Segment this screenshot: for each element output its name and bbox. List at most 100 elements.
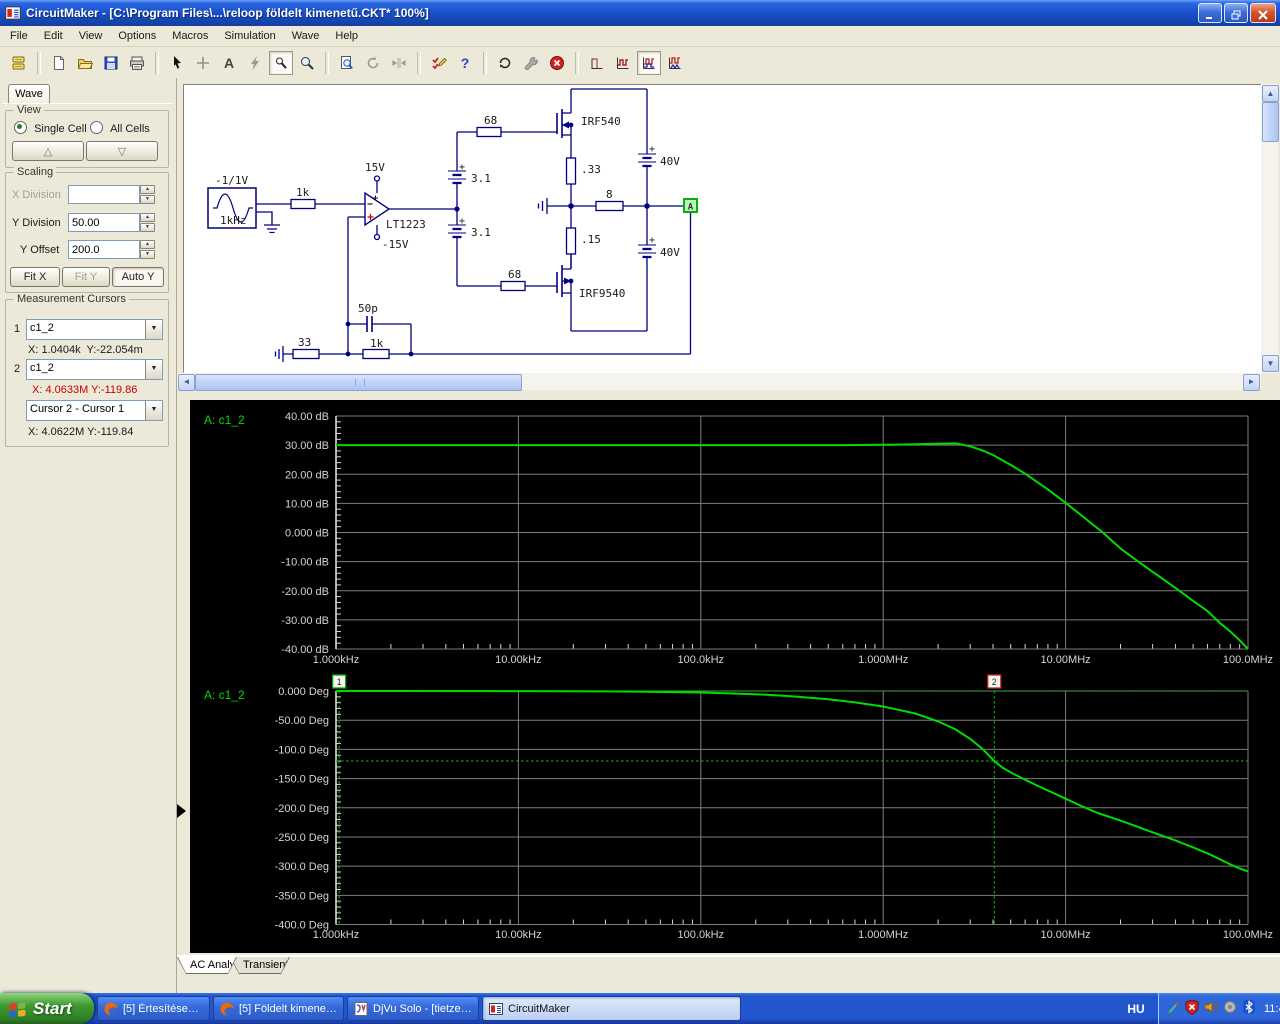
bluetooth-icon[interactable] xyxy=(1241,999,1257,1018)
simulation-setup-icon[interactable] xyxy=(427,51,451,75)
x-division-input[interactable] xyxy=(68,185,140,204)
output-ground[interactable] xyxy=(537,198,572,214)
clock[interactable]: 11:48 xyxy=(1264,1003,1280,1015)
zoom-document-icon[interactable] xyxy=(335,51,359,75)
zoom-tool-icon[interactable] xyxy=(295,51,319,75)
mixed-waveform-icon[interactable] xyxy=(663,51,687,75)
mosfet-irf9540[interactable] xyxy=(556,254,572,331)
title-bar[interactable]: CircuitMaker - [C:\Program Files\...\rel… xyxy=(0,0,1280,26)
tools-icon[interactable] xyxy=(519,51,543,75)
cell-down-button[interactable]: ▽ xyxy=(86,141,158,161)
cursor-difference-dropdown-icon[interactable]: ▼ xyxy=(145,401,162,420)
schematic-horizontal-scrollbar[interactable]: ◄ ► xyxy=(177,373,1261,391)
vertical-scroll-thumb[interactable] xyxy=(1262,102,1279,142)
y-offset-spinner[interactable]: ▲ ▼ xyxy=(140,240,155,259)
rotate-icon[interactable] xyxy=(361,51,385,75)
save-icon[interactable] xyxy=(99,51,123,75)
cursor-1-signal-value: c1_2 xyxy=(30,322,54,334)
menu-simulation[interactable]: Simulation xyxy=(216,27,283,45)
menu-file[interactable]: File xyxy=(2,27,36,45)
cursor-difference-select[interactable]: Cursor 2 - Cursor 1 ▼ xyxy=(26,400,163,421)
mosfet-irf540[interactable] xyxy=(556,89,572,158)
tab-ac-analysis[interactable]: AC Analysis xyxy=(177,957,237,974)
fit-x-button[interactable]: Fit X xyxy=(10,267,60,287)
cell-up-button[interactable]: △ xyxy=(12,141,84,161)
ground-resistor[interactable] xyxy=(292,348,320,360)
cursor-2-dropdown-icon[interactable]: ▼ xyxy=(145,360,162,379)
mirror-icon[interactable] xyxy=(387,51,411,75)
wire-tool-icon[interactable] xyxy=(191,51,215,75)
security-alert-icon[interactable] xyxy=(1184,999,1200,1018)
y-division-spinner[interactable]: ▲ ▼ xyxy=(140,213,155,232)
source-resistor-top[interactable] xyxy=(565,157,577,185)
radio-single-cell-dot[interactable] xyxy=(14,121,27,134)
sound-scheme-icon[interactable] xyxy=(1222,999,1238,1018)
cursor-2-signal-select[interactable]: c1_2 ▼ xyxy=(26,359,163,380)
parts-browser-icon[interactable] xyxy=(7,51,31,75)
feedback-resistor[interactable] xyxy=(362,348,390,360)
scroll-down-icon[interactable]: ▼ xyxy=(1262,355,1279,372)
input-resistor[interactable] xyxy=(290,198,316,210)
source-resistor-bottom[interactable] xyxy=(565,227,577,255)
probe-tool-icon[interactable] xyxy=(269,50,293,75)
radio-single-cell[interactable]: Single Cell xyxy=(14,121,87,135)
y-offset-input[interactable] xyxy=(68,240,140,259)
menu-edit[interactable]: Edit xyxy=(36,27,71,45)
probe-display-icon[interactable] xyxy=(585,51,609,75)
probe-a-marker[interactable]: A xyxy=(683,198,698,213)
gate-resistor-top[interactable] xyxy=(476,126,502,138)
digital-waveform-icon[interactable] xyxy=(611,51,635,75)
fit-y-button[interactable]: Fit Y xyxy=(62,267,110,287)
radio-all-cells-dot[interactable] xyxy=(90,121,103,134)
close-button[interactable] xyxy=(1250,3,1276,23)
y-division-input[interactable] xyxy=(68,213,140,232)
cursor-1-signal-select[interactable]: c1_2 ▼ xyxy=(26,319,163,340)
source-ground[interactable] xyxy=(256,211,280,234)
arrow-tool-icon[interactable] xyxy=(165,51,189,75)
scroll-left-icon[interactable]: ◄ xyxy=(178,374,195,391)
reset-icon[interactable] xyxy=(493,51,517,75)
x-division-spinner[interactable]: ▲ ▼ xyxy=(140,185,155,204)
splitter-handle-icon[interactable] xyxy=(177,804,186,818)
menu-wave[interactable]: Wave xyxy=(284,27,328,45)
menu-macros[interactable]: Macros xyxy=(164,27,216,45)
schematic-vertical-scrollbar[interactable]: ▲ ▼ xyxy=(1261,84,1279,373)
auto-y-button[interactable]: Auto Y xyxy=(112,267,164,287)
tab-transient-analysis[interactable]: Transient Analysis xyxy=(230,957,290,974)
schematic-canvas[interactable]: A -1/1V 1kHz 1k 15V -15V LT1223 + + 3.1 … xyxy=(184,85,1262,372)
delete-tool-icon[interactable] xyxy=(243,51,267,75)
taskbar-task-djvu-solo-tietze-djvu-[interactable]: DjVu Solo - [tietze.djvu] xyxy=(347,996,479,1021)
gate-resistor-bottom[interactable] xyxy=(500,280,526,292)
radio-all-cells[interactable]: All Cells xyxy=(90,121,150,135)
restore-button[interactable] xyxy=(1224,3,1248,23)
minimize-button[interactable] xyxy=(1198,3,1222,23)
pen-tablet-icon[interactable] xyxy=(1165,999,1181,1018)
menu-help[interactable]: Help xyxy=(327,27,366,45)
taskbar-task--5-f-ldelt-kimenet-e-[interactable]: [5] Földelt kimenetű e... xyxy=(213,996,344,1021)
menu-view[interactable]: View xyxy=(71,27,111,45)
text-tool-icon[interactable]: A xyxy=(217,51,241,75)
waveform-panel[interactable]: 40.00 dB 30.00 dB 20.00 dB 10.00 dB 0.000 dB… xyxy=(190,400,1280,953)
print-icon[interactable] xyxy=(125,51,149,75)
scroll-right-icon[interactable]: ► xyxy=(1243,374,1260,391)
menu-options[interactable]: Options xyxy=(110,27,164,45)
scroll-up-icon[interactable]: ▲ xyxy=(1262,85,1279,102)
supply-battery-pos[interactable] xyxy=(638,153,656,168)
feedback-capacitor[interactable] xyxy=(348,316,411,332)
help-icon[interactable]: ? xyxy=(453,51,477,75)
analog-waveform-icon[interactable] xyxy=(637,50,661,75)
feedback-ground[interactable] xyxy=(274,346,284,362)
start-button[interactable]: Start xyxy=(0,993,94,1024)
stop-icon[interactable] xyxy=(545,51,569,75)
new-file-icon[interactable] xyxy=(47,51,71,75)
taskbar-task-circuitmaker[interactable]: CircuitMaker xyxy=(482,996,741,1021)
volume-icon[interactable] xyxy=(1203,999,1219,1018)
tab-wave[interactable]: Wave xyxy=(8,84,50,104)
cursor-1-dropdown-icon[interactable]: ▼ xyxy=(145,320,162,339)
supply-battery-neg[interactable] xyxy=(638,244,656,259)
language-indicator[interactable]: HU xyxy=(1119,993,1153,1024)
horizontal-scroll-thumb[interactable] xyxy=(195,374,522,391)
open-file-icon[interactable] xyxy=(73,51,97,75)
output-resistor[interactable] xyxy=(595,200,624,212)
taskbar-task--5-rtes-t-sek-hob-[interactable]: [5] Értesítések - Hob... xyxy=(97,996,210,1021)
